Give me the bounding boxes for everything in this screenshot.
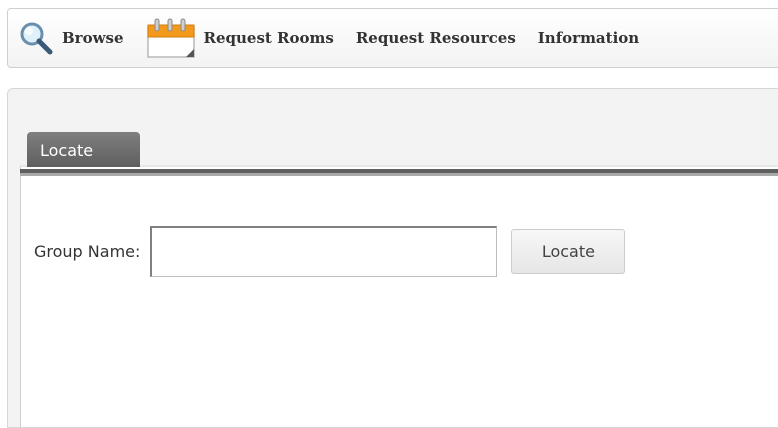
locate-button[interactable]: Locate [511, 229, 626, 274]
nav-browse-label: Browse [62, 29, 124, 47]
tab-divider-shadow [20, 173, 778, 176]
magnifier-icon [20, 22, 53, 55]
locate-form: Group Name: Locate [34, 226, 626, 277]
nav-information[interactable]: Information [538, 9, 639, 67]
group-name-field-wrapper [150, 226, 498, 277]
nav-request-rooms[interactable]: Request Rooms [146, 9, 334, 67]
nav-browse[interactable]: Browse [18, 9, 124, 67]
tab-locate-label: Locate [40, 141, 94, 160]
top-navbar: Browse Request Rooms Request Resources I… [7, 8, 778, 68]
calendar-icon [146, 18, 195, 58]
nav-request-resources-label: Request Resources [355, 29, 516, 47]
nav-information-label: Information [537, 29, 640, 47]
group-name-input[interactable] [150, 226, 498, 277]
tab-locate[interactable]: Locate [27, 132, 140, 169]
nav-request-rooms-label: Request Rooms [203, 29, 334, 47]
content-panel: Locate Group Name: Locate [7, 88, 778, 428]
tab-content [20, 167, 778, 427]
nav-request-resources[interactable]: Request Resources [356, 9, 516, 67]
group-name-label: Group Name: [34, 242, 141, 261]
